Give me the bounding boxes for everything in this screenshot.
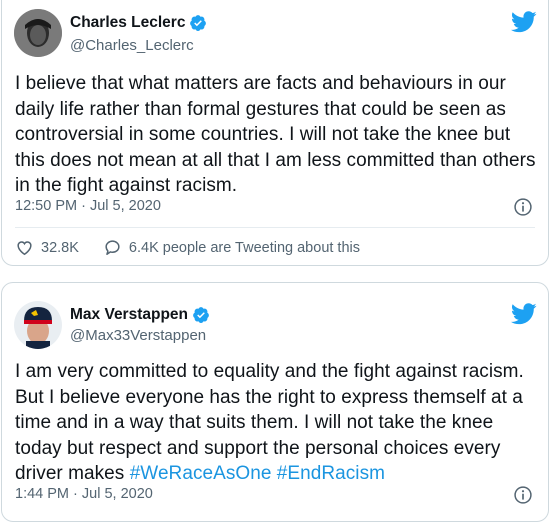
author-handle[interactable]: @Max33Verstappen: [70, 327, 206, 344]
info-icon[interactable]: [513, 485, 533, 505]
hashtag-link[interactable]: #WeRaceAsOne: [130, 463, 272, 484]
avatar[interactable]: [14, 9, 62, 57]
tweet-card[interactable]: Max Verstappen @Max33Verstappen I am ver…: [1, 282, 549, 522]
hashtag-link[interactable]: #EndRacism: [277, 463, 385, 484]
heart-icon: [17, 241, 32, 256]
author-handle[interactable]: @Charles_Leclerc: [70, 37, 194, 54]
verified-badge-icon: [190, 15, 207, 31]
avatar[interactable]: [14, 301, 62, 349]
like-count: 32.8K: [41, 239, 79, 256]
avatar-image: [14, 301, 62, 349]
tweet-text: I am very committed to equality and the …: [15, 359, 540, 484]
author-name[interactable]: Charles Leclerc: [70, 14, 185, 32]
tweet-timestamp[interactable]: 12:50 PM · Jul 5, 2020: [15, 198, 161, 214]
like-button[interactable]: 32.8K: [15, 238, 79, 257]
reply-button[interactable]: 6.4K people are Tweeting about this: [103, 238, 360, 257]
author-name[interactable]: Max Verstappen: [70, 306, 188, 324]
divider: [15, 227, 535, 228]
info-icon[interactable]: [513, 197, 533, 217]
twitter-bird-icon[interactable]: [511, 303, 537, 325]
avatar-image: [14, 9, 62, 57]
tweet-text: I believe that what matters are facts an…: [15, 73, 536, 196]
tweet-timestamp[interactable]: 1:44 PM · Jul 5, 2020: [15, 486, 153, 502]
verified-badge-icon: [193, 307, 209, 323]
tweet-card[interactable]: Charles Leclerc @Charles_Leclerc I belie…: [1, 0, 549, 266]
reply-icon: [105, 240, 120, 255]
twitter-bird-icon[interactable]: [511, 11, 537, 33]
replies-label: 6.4K people are Tweeting about this: [128, 239, 360, 256]
